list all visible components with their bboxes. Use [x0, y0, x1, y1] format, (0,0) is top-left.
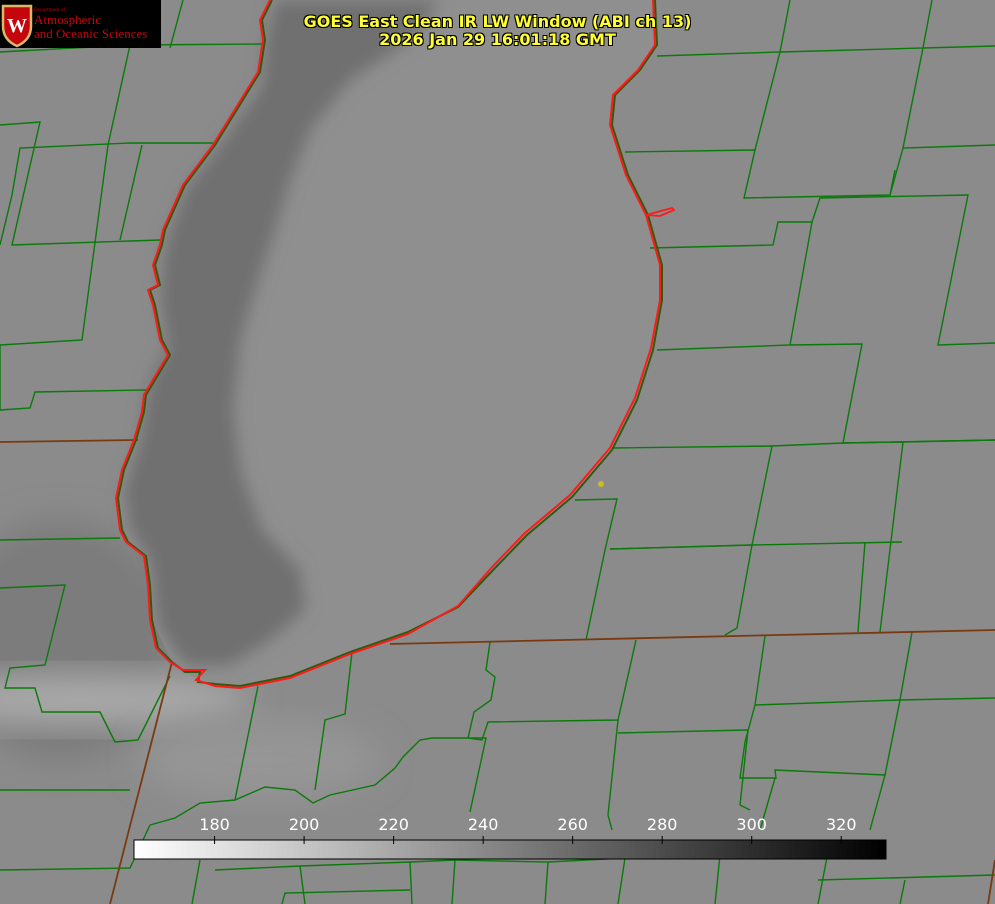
colorbar-tick-label: 200	[288, 815, 320, 834]
image-title: GOES East Clean IR LW Window (ABI ch 13)	[303, 12, 692, 31]
colorbar-tick-label: 260	[557, 815, 588, 834]
colorbar-tick-label: 240	[467, 815, 499, 834]
colorbar-tick-label: 220	[378, 815, 409, 834]
colorbar-tick-label: 180	[199, 815, 230, 834]
image-timestamp: 2026 Jan 29 16:01:18 GMT	[379, 30, 616, 49]
colorbar-tick-label: 320	[825, 815, 857, 834]
map-image	[0, 0, 995, 904]
colorbar-tick-label: 280	[646, 815, 678, 834]
colorbar-gradient	[133, 839, 887, 860]
location-marker	[598, 481, 604, 487]
satellite-image: W Department of Atmospheric and Oceanic …	[0, 0, 995, 904]
colorbar-tick-label: 300	[736, 815, 767, 834]
